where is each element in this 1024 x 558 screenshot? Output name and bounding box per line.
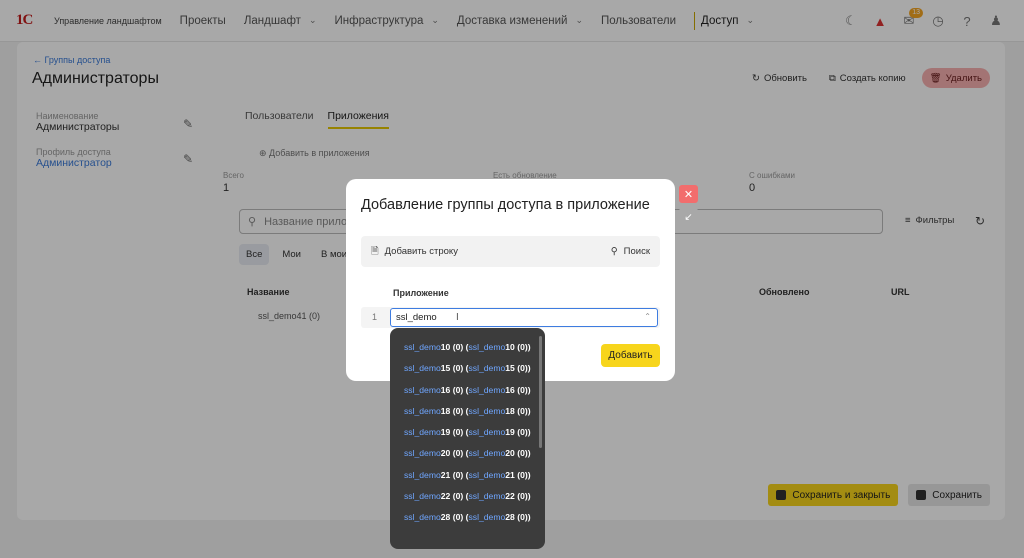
- option-num: 18: [440, 405, 451, 416]
- option-match: ssl_demo: [468, 427, 506, 438]
- option-match: ssl_demo: [404, 512, 441, 523]
- option-match: ssl_demo: [468, 469, 506, 480]
- option-num: 22: [440, 491, 451, 502]
- dropdown-list: ssl_demo10 (0) (ssl_demo10 (0)) ssl_demo…: [404, 342, 531, 534]
- add-file-icon: 🗎: [371, 245, 379, 257]
- option-num: 28 (0)): [505, 512, 531, 523]
- combobox-value: ssl_demo: [396, 312, 437, 323]
- option-num: 15 (0)): [505, 363, 531, 374]
- option-match: ssl_demo: [404, 469, 441, 480]
- dropdown-option[interactable]: ssl_demo28 (0) (ssl_demo28 (0)): [404, 512, 531, 533]
- option-rest: (0) (: [450, 512, 469, 523]
- option-match: ssl_demo: [468, 342, 506, 352]
- table-row: 1 ssl_demo I ⌃: [361, 307, 660, 328]
- application-dropdown: ssl_demo10 (0) (ssl_demo10 (0)) ssl_demo…: [390, 328, 545, 549]
- dropdown-option[interactable]: ssl_demo21 (0) (ssl_demo21 (0)): [404, 470, 531, 491]
- option-match: ssl_demo: [404, 405, 441, 416]
- add-row-label: Добавить строку: [384, 246, 458, 257]
- dialog-search-button[interactable]: ⚲ Поиск: [611, 246, 650, 257]
- dropdown-option[interactable]: ssl_demo19 (0) (ssl_demo19 (0)): [404, 427, 531, 448]
- option-num: 22 (0)): [505, 491, 531, 502]
- option-num: 10: [440, 342, 451, 352]
- option-num: 18 (0)): [505, 405, 531, 416]
- option-num: 21 (0)): [505, 469, 531, 480]
- add-row-button[interactable]: 🗎 Добавить строку: [371, 244, 458, 260]
- option-rest: (0) (: [450, 469, 469, 480]
- collapse-icon[interactable]: ↙: [679, 208, 698, 226]
- option-rest: (0) (: [450, 363, 469, 374]
- option-rest: (0) (: [450, 491, 469, 502]
- option-num: 10 (0)): [505, 342, 531, 352]
- dropdown-scrollbar[interactable]: [539, 336, 542, 448]
- option-match: ssl_demo: [404, 491, 441, 502]
- option-match: ssl_demo: [404, 448, 441, 459]
- dropdown-option[interactable]: ssl_demo15 (0) (ssl_demo15 (0)): [404, 363, 531, 384]
- search-icon: ⚲: [610, 246, 618, 257]
- option-num: 16: [440, 384, 451, 395]
- add-button[interactable]: Добавить: [601, 344, 660, 367]
- option-rest: (0) (: [450, 342, 469, 352]
- option-match: ssl_demo: [468, 363, 506, 374]
- option-match: ssl_demo: [404, 363, 441, 374]
- option-num: 28: [440, 512, 451, 523]
- option-match: ssl_demo: [468, 384, 506, 395]
- dialog-title: Добавление группы доступа в приложение: [361, 197, 650, 213]
- text-cursor-icon: I: [456, 312, 459, 323]
- option-match: ssl_demo: [468, 491, 506, 502]
- dialog-toolbar: 🗎 Добавить строку ⚲ Поиск: [361, 236, 660, 267]
- option-match: ssl_demo: [404, 427, 441, 438]
- option-num: 19 (0)): [505, 427, 531, 438]
- option-num: 19: [440, 427, 451, 438]
- dropdown-option[interactable]: ssl_demo10 (0) (ssl_demo10 (0)): [404, 342, 531, 363]
- dropdown-option[interactable]: ssl_demo18 (0) (ssl_demo18 (0)): [404, 406, 531, 427]
- close-icon[interactable]: ✕: [679, 185, 698, 203]
- option-rest: (0) (: [450, 448, 469, 459]
- search-label: Поиск: [623, 246, 650, 257]
- option-match: ssl_demo: [468, 512, 506, 523]
- option-num: 21: [440, 469, 451, 480]
- application-combobox[interactable]: ssl_demo I ⌃: [390, 308, 658, 327]
- option-num: 20 (0)): [505, 448, 531, 459]
- dropdown-option[interactable]: ssl_demo22 (0) (ssl_demo22 (0)): [404, 491, 531, 512]
- dropdown-option[interactable]: ssl_demo16 (0) (ssl_demo16 (0)): [404, 385, 531, 406]
- option-num: 16 (0)): [505, 384, 531, 395]
- chevron-up-icon[interactable]: ⌃: [644, 312, 651, 321]
- option-num: 20: [440, 448, 451, 459]
- option-match: ssl_demo: [468, 405, 506, 416]
- option-match: ssl_demo: [468, 448, 506, 459]
- column-application: Приложение: [393, 288, 449, 298]
- option-num: 15: [440, 363, 451, 374]
- option-match: ssl_demo: [404, 384, 441, 395]
- option-match: ssl_demo: [404, 342, 441, 352]
- option-rest: (0) (: [450, 427, 469, 438]
- option-rest: (0) (: [450, 384, 469, 395]
- dropdown-option[interactable]: ssl_demo20 (0) (ssl_demo20 (0)): [404, 448, 531, 469]
- option-rest: (0) (: [450, 405, 469, 416]
- row-number: 1: [372, 312, 378, 322]
